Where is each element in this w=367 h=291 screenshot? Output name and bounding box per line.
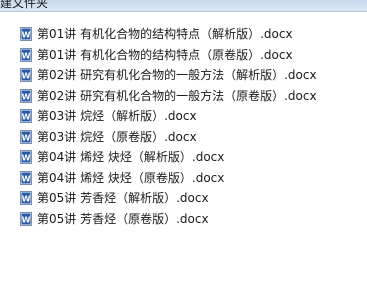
word-doc-icon: W bbox=[20, 191, 32, 206]
file-item[interactable]: W 第01讲 有机化合物的结构特点（原卷版）.docx bbox=[20, 45, 317, 66]
svg-text:W: W bbox=[22, 215, 31, 224]
file-item[interactable]: W 第03讲 烷烃（解析版）.docx bbox=[20, 106, 317, 127]
file-name: 第03讲 烷烃（原卷版）.docx bbox=[37, 129, 197, 144]
file-name: 第05讲 芳香烃（原卷版）.docx bbox=[37, 211, 209, 226]
file-item[interactable]: W 第04讲 烯烃 炔烃（原卷版）.docx bbox=[20, 168, 317, 189]
word-doc-icon: W bbox=[20, 170, 32, 185]
file-item[interactable]: W 第04讲 烯烃 炔烃（解析版）.docx bbox=[20, 147, 317, 168]
file-item[interactable]: W 第03讲 烷烃（原卷版）.docx bbox=[20, 127, 317, 148]
title-bar: 建文件夹 bbox=[0, 0, 367, 12]
file-name: 第04讲 烯烃 炔烃（解析版）.docx bbox=[37, 150, 225, 165]
svg-text:W: W bbox=[22, 31, 31, 40]
word-doc-icon: W bbox=[20, 27, 32, 42]
file-name: 第03讲 烷烃（解析版）.docx bbox=[37, 109, 197, 124]
word-doc-icon: W bbox=[20, 88, 32, 103]
file-name: 第01讲 有机化合物的结构特点（原卷版）.docx bbox=[37, 47, 293, 62]
svg-text:W: W bbox=[22, 51, 31, 60]
file-item[interactable]: W 第02讲 研究有机化合物的一般方法（原卷版）.docx bbox=[20, 86, 317, 107]
file-item[interactable]: W 第05讲 芳香烃（原卷版）.docx bbox=[20, 209, 317, 230]
svg-text:W: W bbox=[22, 113, 31, 122]
file-name: 第02讲 研究有机化合物的一般方法（解析版）.docx bbox=[37, 68, 317, 83]
file-item[interactable]: W 第01讲 有机化合物的结构特点（解析版）.docx bbox=[20, 24, 317, 45]
word-doc-icon: W bbox=[20, 150, 32, 165]
file-explorer-window: 建文件夹 W 第01讲 有机化合物的结构特点（解析版）.docx W 第01讲 … bbox=[0, 0, 367, 291]
file-item[interactable]: W 第02讲 研究有机化合物的一般方法（解析版）.docx bbox=[20, 65, 317, 86]
svg-text:W: W bbox=[22, 174, 31, 183]
svg-text:W: W bbox=[22, 72, 31, 81]
file-name: 第04讲 烯烃 炔烃（原卷版）.docx bbox=[37, 170, 225, 185]
svg-text:W: W bbox=[22, 92, 31, 101]
word-doc-icon: W bbox=[20, 129, 32, 144]
word-doc-icon: W bbox=[20, 68, 32, 83]
word-doc-icon: W bbox=[20, 47, 32, 62]
file-name: 第02讲 研究有机化合物的一般方法（原卷版）.docx bbox=[37, 88, 317, 103]
window-title: 建文件夹 bbox=[0, 0, 49, 10]
svg-text:W: W bbox=[22, 133, 31, 142]
file-list: W 第01讲 有机化合物的结构特点（解析版）.docx W 第01讲 有机化合物… bbox=[20, 24, 317, 229]
svg-text:W: W bbox=[22, 195, 31, 204]
file-item[interactable]: W 第05讲 芳香烃（解析版）.docx bbox=[20, 188, 317, 209]
word-doc-icon: W bbox=[20, 109, 32, 124]
file-name: 第05讲 芳香烃（解析版）.docx bbox=[37, 191, 209, 206]
file-name: 第01讲 有机化合物的结构特点（解析版）.docx bbox=[37, 27, 293, 42]
word-doc-icon: W bbox=[20, 211, 32, 226]
svg-text:W: W bbox=[22, 154, 31, 163]
